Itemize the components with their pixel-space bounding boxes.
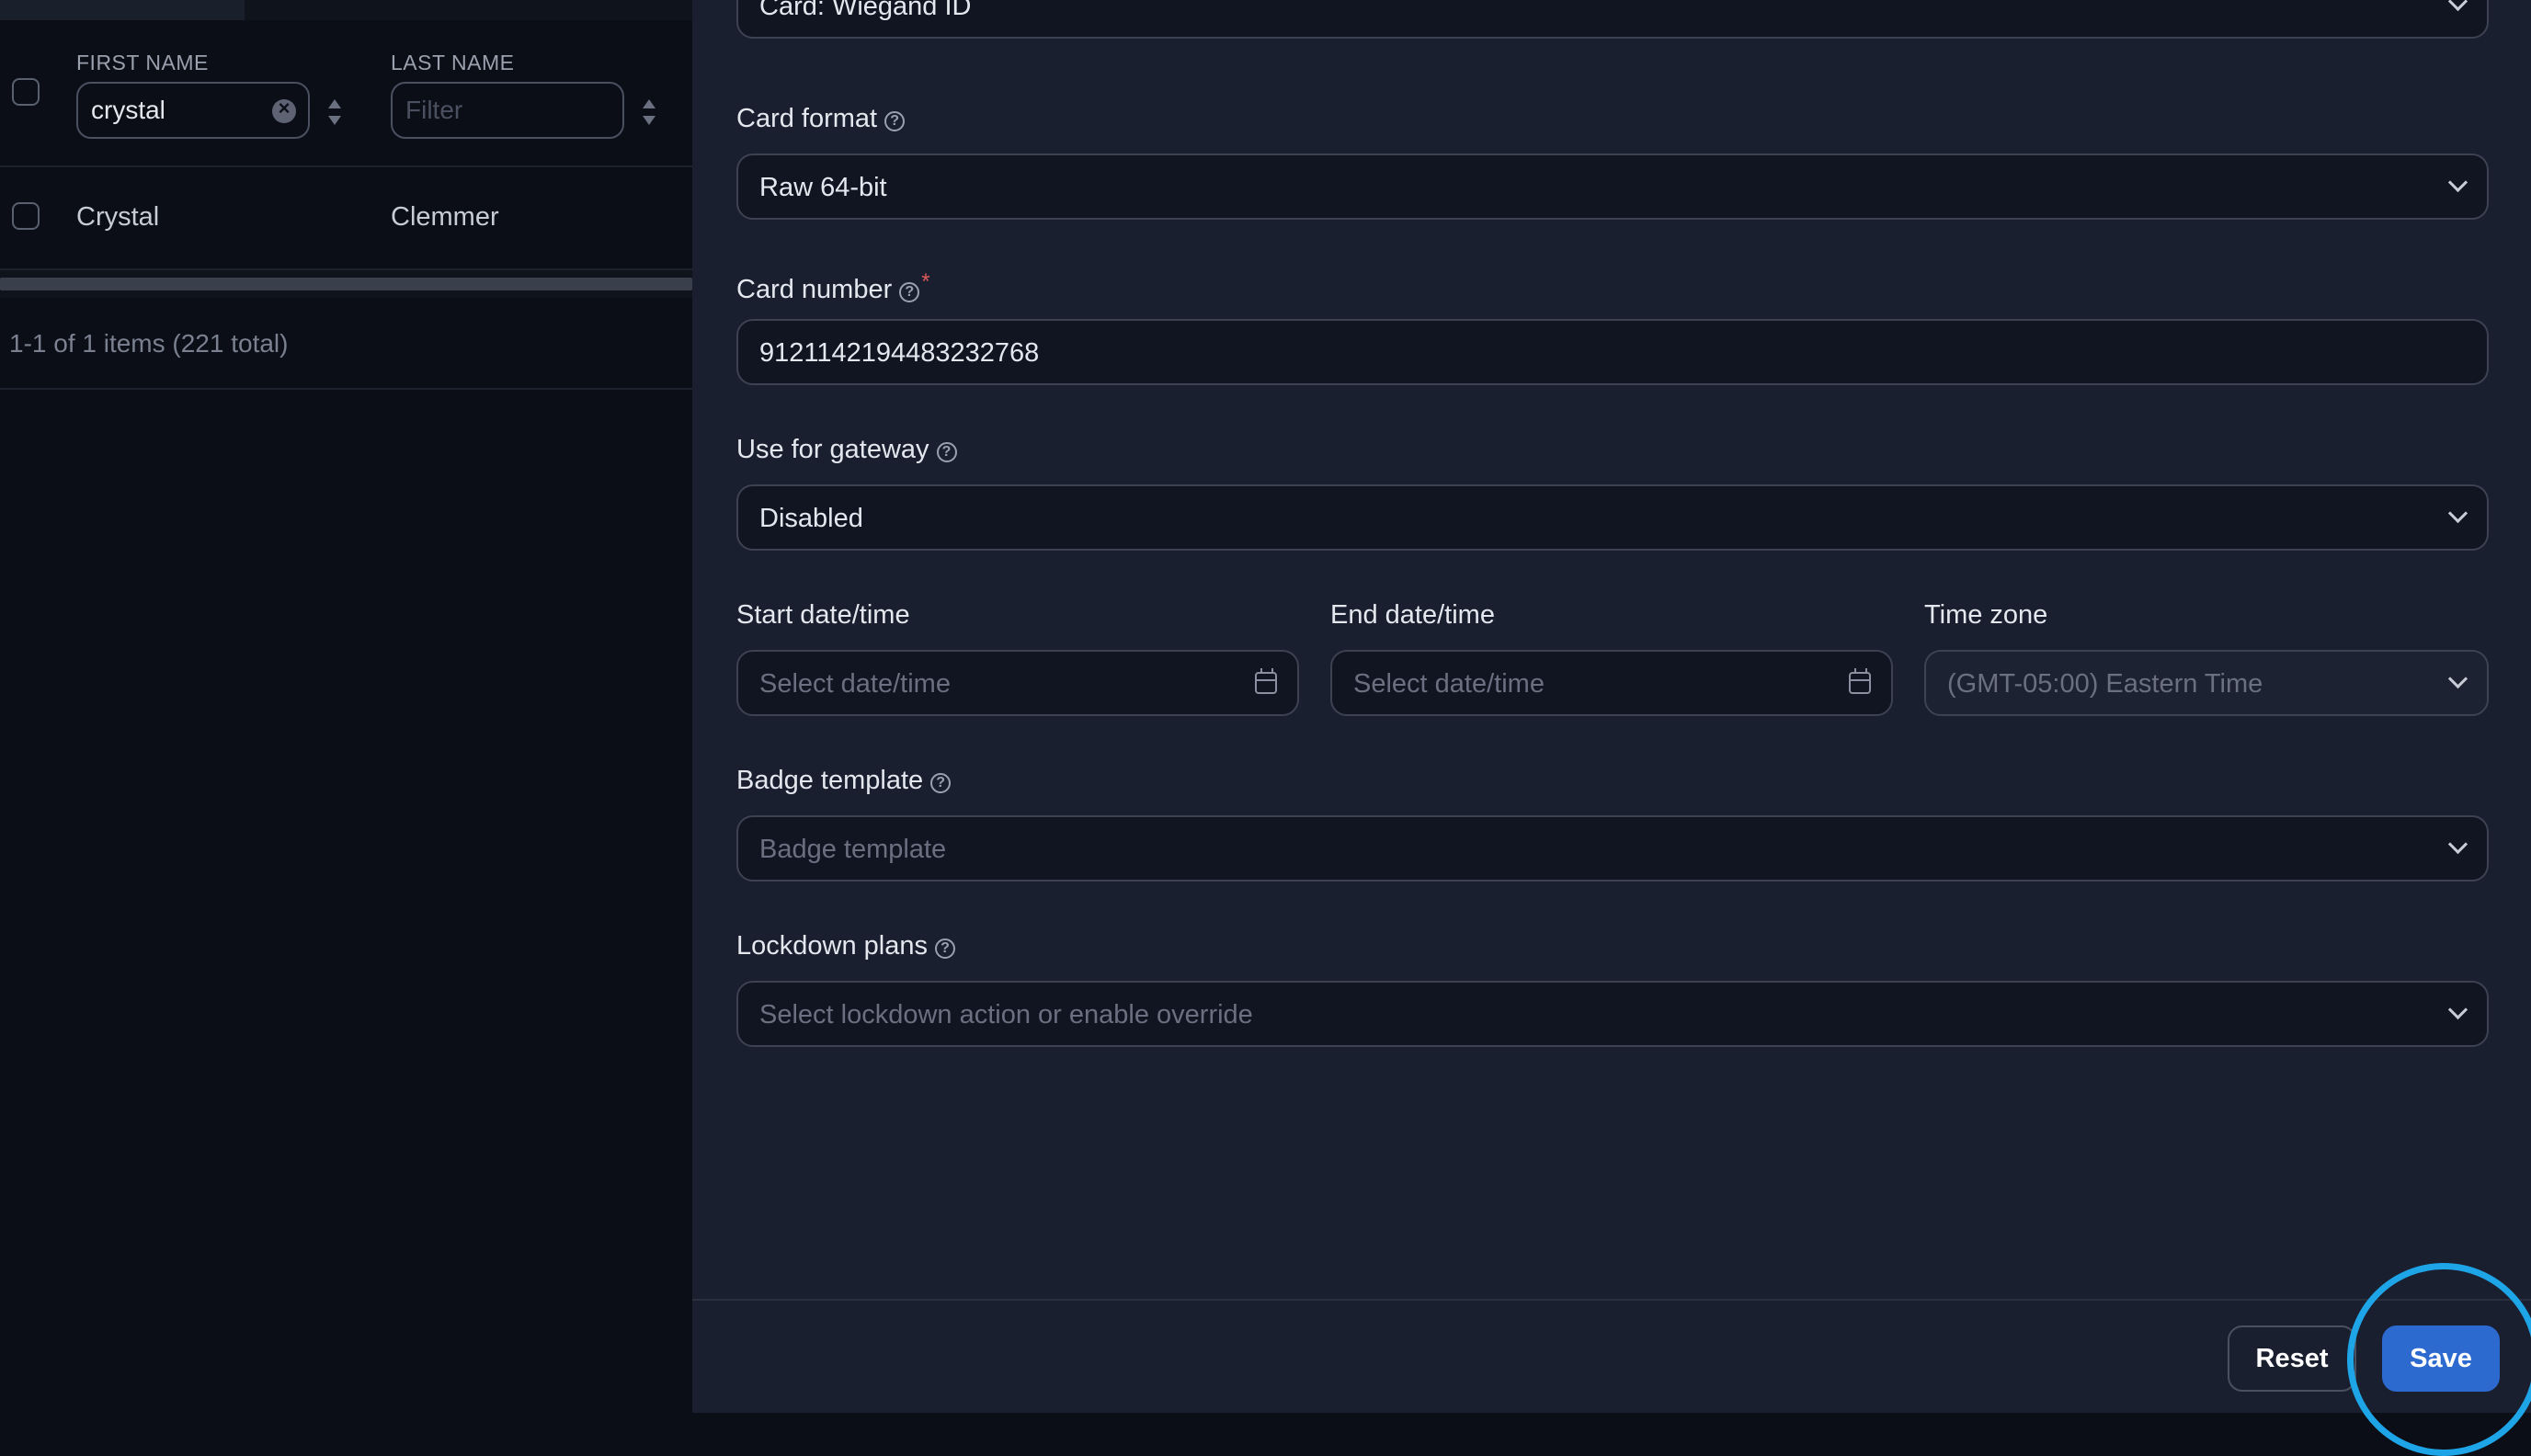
end-datetime-label: End date/time <box>1330 600 1495 630</box>
badge-template-label: Badge template? <box>736 766 952 796</box>
select-all-checkbox[interactable] <box>12 78 40 106</box>
help-icon[interactable]: ? <box>884 111 906 131</box>
timezone-label: Time zone <box>1924 600 2048 630</box>
gateway-label: Use for gateway? <box>736 435 957 465</box>
lockdown-plans-placeholder: Select lockdown action or enable overrid… <box>759 1000 1253 1029</box>
lockdown-plans-select[interactable]: Select lockdown action or enable overrid… <box>736 981 2489 1047</box>
chevron-down-icon <box>2447 503 2468 524</box>
column-header-first-name[interactable]: FIRST NAME <box>76 51 209 75</box>
row-checkbox[interactable] <box>12 202 40 230</box>
credential-type-select[interactable]: Card: Wiegand ID <box>736 0 2489 39</box>
chevron-down-icon <box>2447 668 2468 689</box>
end-datetime-input[interactable]: Select date/time <box>1330 650 1893 716</box>
chevron-down-icon <box>2447 999 2468 1020</box>
lockdown-plans-label: Lockdown plans? <box>736 931 955 961</box>
start-datetime-label: Start date/time <box>736 600 910 630</box>
credential-form-panel: Card: Wiegand ID Card format? Raw 64-bit… <box>692 0 2531 1456</box>
sort-last-name-icon[interactable] <box>641 97 657 129</box>
horizontal-scrollbar[interactable] <box>0 268 692 298</box>
active-tab[interactable] <box>0 0 245 20</box>
people-table-pane: FIRST NAME LAST NAME Crystal Clemmer 1-1… <box>0 0 692 1413</box>
cell-first-name: Crystal <box>76 202 160 232</box>
help-icon[interactable]: ? <box>899 282 920 302</box>
gateway-value: Disabled <box>759 504 863 533</box>
table-row[interactable]: Crystal Clemmer <box>0 165 692 268</box>
badge-template-placeholder: Badge template <box>759 835 947 864</box>
pagination-summary: 1-1 of 1 items (221 total) <box>9 329 289 358</box>
pagination-bar: 1-1 of 1 items (221 total) <box>0 298 692 390</box>
card-format-select[interactable]: Raw 64-bit <box>736 154 2489 220</box>
calendar-icon[interactable] <box>1255 668 1277 694</box>
table-header-row: FIRST NAME LAST NAME <box>0 20 692 167</box>
badge-template-select[interactable]: Badge template <box>736 815 2489 882</box>
clear-filter-icon[interactable] <box>272 97 296 123</box>
sort-first-name-icon[interactable] <box>326 97 343 129</box>
end-datetime-placeholder: Select date/time <box>1353 669 1545 699</box>
timezone-select[interactable]: (GMT-05:00) Eastern Time <box>1924 650 2489 716</box>
help-icon[interactable]: ? <box>930 773 952 793</box>
column-header-last-name[interactable]: LAST NAME <box>391 51 514 75</box>
click-highlight-ring <box>2347 1263 2531 1456</box>
chevron-down-icon <box>2447 834 2468 855</box>
card-number-label: Card number? * <box>736 269 930 304</box>
scrollbar-thumb[interactable] <box>0 278 692 290</box>
credential-type-value: Card: Wiegand ID <box>759 0 972 21</box>
cell-last-name: Clemmer <box>391 202 499 232</box>
help-icon[interactable]: ? <box>934 938 955 959</box>
card-format-value: Raw 64-bit <box>759 173 887 202</box>
timezone-value: (GMT-05:00) Eastern Time <box>1947 669 2263 699</box>
tab-strip <box>0 0 692 20</box>
chevron-down-icon <box>2447 172 2468 193</box>
help-icon[interactable]: ? <box>936 442 957 462</box>
chevron-down-icon <box>2447 0 2468 12</box>
required-marker: * <box>921 269 930 294</box>
card-number-input[interactable]: 9121142194483232768 <box>736 319 2489 385</box>
gateway-select[interactable]: Disabled <box>736 484 2489 551</box>
start-datetime-placeholder: Select date/time <box>759 669 951 699</box>
calendar-icon[interactable] <box>1849 668 1871 694</box>
start-datetime-input[interactable]: Select date/time <box>736 650 1299 716</box>
reset-button[interactable]: Reset <box>2228 1325 2356 1392</box>
card-number-value: 9121142194483232768 <box>759 338 1040 368</box>
last-name-filter-input[interactable] <box>391 82 624 139</box>
card-format-label: Card format? <box>736 104 906 134</box>
